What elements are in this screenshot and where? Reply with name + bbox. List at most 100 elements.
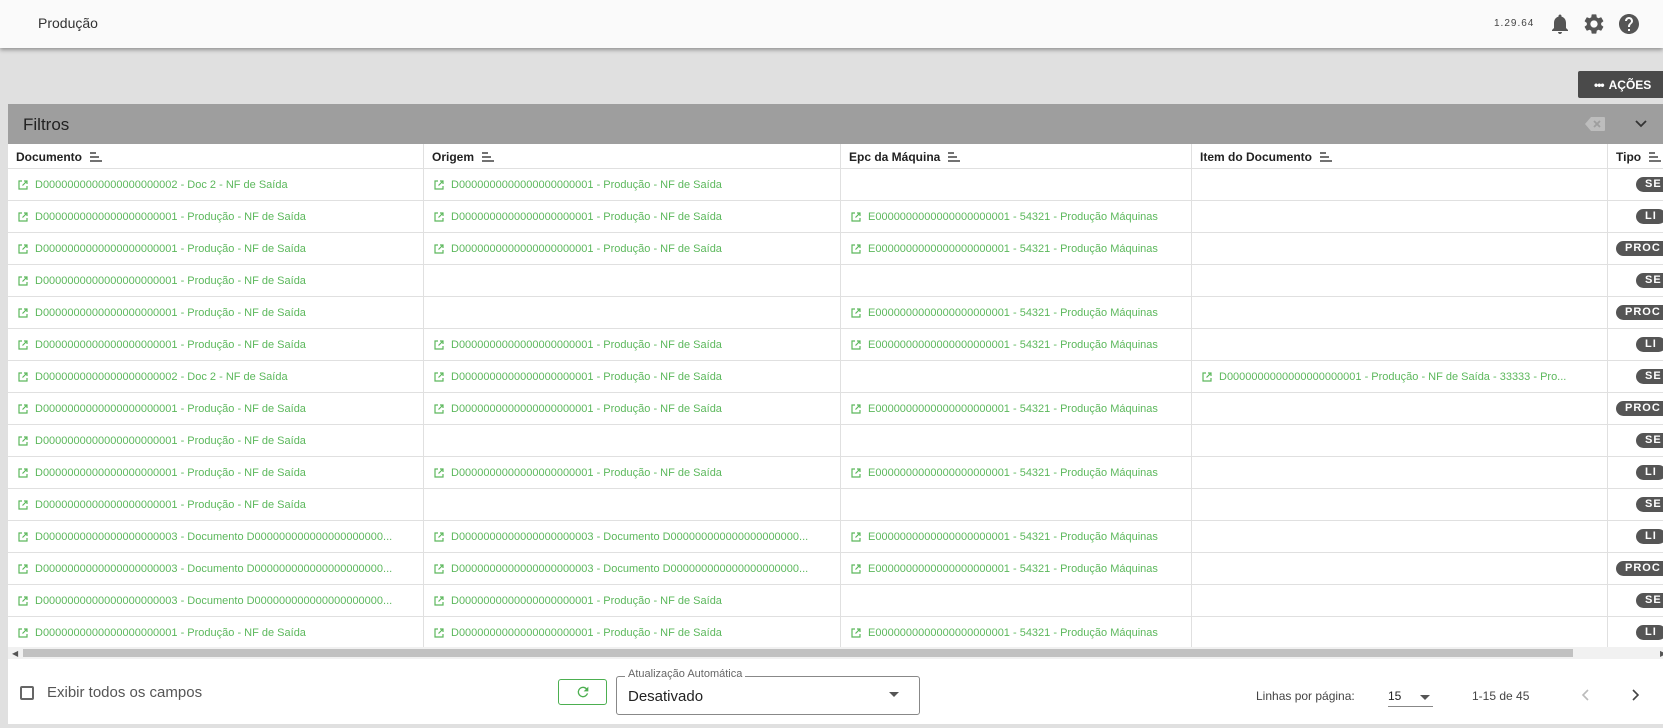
table-row[interactable]: D0000000000000000000001 - Produção - NF …: [8, 393, 1663, 425]
document-link[interactable]: D0000000000000000000001 - Produção - NF …: [8, 201, 423, 232]
document-link[interactable]: D0000000000000000000001 - Produção - NF …: [424, 169, 840, 200]
table-row[interactable]: D0000000000000000000002 - Doc 2 - NF de …: [8, 169, 1663, 201]
document-link[interactable]: E0000000000000000000001 - 54321 - Produç…: [841, 617, 1191, 648]
document-link[interactable]: D0000000000000000000001 - Produção - NF …: [424, 617, 840, 648]
open-in-new-icon: [18, 275, 28, 286]
cell-origem: D0000000000000000000001 - Produção - NF …: [424, 233, 841, 264]
table-row[interactable]: D0000000000000000000001 - Produção - NF …: [8, 617, 1663, 649]
document-link[interactable]: D0000000000000000000003 - Documento D000…: [424, 553, 840, 584]
document-link[interactable]: E0000000000000000000001 - 54321 - Produç…: [841, 201, 1191, 232]
status-badge: LI: [1636, 625, 1663, 640]
open-in-new-icon: [434, 595, 444, 606]
cell-item: [1192, 553, 1608, 584]
document-link[interactable]: E0000000000000000000001 - 54321 - Produç…: [841, 521, 1191, 552]
table-row[interactable]: D0000000000000000000001 - Produção - NF …: [8, 489, 1663, 521]
document-link[interactable]: D0000000000000000000001 - Produção - NF …: [424, 201, 840, 232]
table-row[interactable]: D0000000000000000000001 - Produção - NF …: [8, 297, 1663, 329]
scroll-left-icon[interactable]: ◀: [12, 649, 18, 658]
table-row[interactable]: D0000000000000000000001 - Produção - NF …: [8, 265, 1663, 297]
document-link[interactable]: D0000000000000000000001 - Produção - NF …: [8, 393, 423, 424]
filters-header[interactable]: Filtros: [8, 104, 1663, 144]
table-row[interactable]: D0000000000000000000001 - Produção - NF …: [8, 233, 1663, 265]
document-link[interactable]: D0000000000000000000001 - Produção - NF …: [424, 233, 840, 264]
horizontal-scrollbar[interactable]: ◀ ▶: [8, 647, 1663, 659]
document-link[interactable]: D0000000000000000000001 - Produção - NF …: [424, 329, 840, 360]
document-link[interactable]: E0000000000000000000001 - 54321 - Produç…: [841, 297, 1191, 328]
document-link[interactable]: D0000000000000000000001 - Produção - NF …: [8, 297, 423, 328]
document-link[interactable]: D0000000000000000000001 - Produção - NF …: [8, 329, 423, 360]
cell-epc: E0000000000000000000001 - 54321 - Produç…: [841, 617, 1192, 648]
document-link[interactable]: E0000000000000000000001 - 54321 - Produç…: [841, 457, 1191, 488]
open-in-new-icon: [434, 627, 444, 638]
cell-epc: [841, 169, 1192, 200]
gear-icon[interactable]: [1582, 12, 1606, 36]
table-row[interactable]: D0000000000000000000001 - Produção - NF …: [8, 329, 1663, 361]
clear-filter-icon[interactable]: [1585, 117, 1605, 136]
column-header-documento[interactable]: Documento: [8, 144, 424, 168]
table-row[interactable]: D0000000000000000000002 - Doc 2 - NF de …: [8, 361, 1663, 393]
cell-documento: D0000000000000000000001 - Produção - NF …: [8, 489, 424, 520]
document-link[interactable]: E0000000000000000000001 - 54321 - Produç…: [841, 393, 1191, 424]
sort-icon[interactable]: [1649, 151, 1662, 165]
open-in-new-icon: [18, 179, 28, 190]
column-header-item[interactable]: Item do Documento: [1192, 144, 1608, 168]
document-link[interactable]: D0000000000000000000003 - Documento D000…: [8, 553, 423, 584]
table-row[interactable]: D0000000000000000000001 - Produção - NF …: [8, 201, 1663, 233]
document-link[interactable]: E0000000000000000000001 - 54321 - Produç…: [841, 553, 1191, 584]
document-link[interactable]: D0000000000000000000001 - Produção - NF …: [424, 585, 840, 616]
open-in-new-icon: [434, 403, 444, 414]
document-link[interactable]: D0000000000000000000001 - Produção - NF …: [8, 489, 423, 520]
chevron-down-icon[interactable]: [1633, 116, 1649, 137]
rows-per-page-select[interactable]: 15: [1388, 685, 1433, 707]
show-all-fields-label: Exibir todos os campos: [47, 684, 203, 701]
column-header-origem[interactable]: Origem: [424, 144, 841, 168]
document-link[interactable]: D0000000000000000000001 - Produção - NF …: [424, 393, 840, 424]
cell-documento: D0000000000000000000001 - Produção - NF …: [8, 297, 424, 328]
table-row[interactable]: D0000000000000000000003 - Documento D000…: [8, 521, 1663, 553]
rows-per-page-value: 15: [1388, 689, 1402, 703]
scrollbar-thumb[interactable]: [23, 649, 1573, 657]
bell-icon[interactable]: [1548, 12, 1572, 36]
refresh-button[interactable]: [558, 679, 607, 705]
cell-item: [1192, 169, 1608, 200]
app-title: Produção: [38, 15, 98, 31]
sort-icon[interactable]: [90, 151, 102, 165]
document-link[interactable]: D0000000000000000000001 - Produção - NF …: [8, 617, 423, 648]
document-link[interactable]: D0000000000000000000001 - Produção - NF …: [8, 265, 423, 296]
cell-documento: D0000000000000000000003 - Documento D000…: [8, 553, 424, 584]
table-row[interactable]: D0000000000000000000001 - Produção - NF …: [8, 425, 1663, 457]
document-link[interactable]: D0000000000000000000003 - Documento D000…: [8, 585, 423, 616]
table-row[interactable]: D0000000000000000000003 - Documento D000…: [8, 553, 1663, 585]
document-link[interactable]: E0000000000000000000001 - 54321 - Produç…: [841, 233, 1191, 264]
open-in-new-icon: [18, 211, 28, 222]
open-in-new-icon: [18, 467, 28, 478]
document-link[interactable]: D0000000000000000000001 - Produção - NF …: [424, 361, 840, 392]
column-header-epc[interactable]: Epc da Máquina: [841, 144, 1192, 168]
document-link[interactable]: D0000000000000000000001 - Produção - NF …: [8, 233, 423, 264]
sort-icon[interactable]: [1320, 151, 1333, 165]
document-link[interactable]: D0000000000000000000003 - Documento D000…: [424, 521, 840, 552]
document-link[interactable]: D0000000000000000000002 - Doc 2 - NF de …: [8, 361, 423, 392]
table-row[interactable]: D0000000000000000000001 - Produção - NF …: [8, 457, 1663, 489]
open-in-new-icon: [18, 339, 28, 350]
chevron-left-icon[interactable]: [1574, 683, 1598, 707]
actions-button[interactable]: ••• AÇÕES: [1578, 71, 1663, 98]
cell-epc: E0000000000000000000001 - 54321 - Produç…: [841, 233, 1192, 264]
table-row[interactable]: D0000000000000000000003 - Documento D000…: [8, 585, 1663, 617]
document-link[interactable]: D0000000000000000000001 - Produção - NF …: [1192, 361, 1607, 392]
show-all-fields-checkbox[interactable]: [20, 686, 34, 700]
sort-icon[interactable]: [948, 151, 961, 165]
document-link[interactable]: D0000000000000000000002 - Doc 2 - NF de …: [8, 169, 423, 200]
auto-update-select[interactable]: Atualização Automática Desativado: [616, 668, 920, 715]
chevron-right-icon[interactable]: [1623, 683, 1647, 707]
document-link[interactable]: E0000000000000000000001 - 54321 - Produç…: [841, 329, 1191, 360]
document-link[interactable]: D0000000000000000000003 - Documento D000…: [8, 521, 423, 552]
document-link[interactable]: D0000000000000000000001 - Produção - NF …: [424, 457, 840, 488]
cell-origem: D0000000000000000000001 - Produção - NF …: [424, 169, 841, 200]
sort-icon[interactable]: [482, 151, 495, 165]
column-header-tipo[interactable]: Tipo: [1608, 144, 1663, 168]
document-link[interactable]: D0000000000000000000001 - Produção - NF …: [8, 457, 423, 488]
help-icon[interactable]: [1617, 12, 1641, 36]
document-link[interactable]: D0000000000000000000001 - Produção - NF …: [8, 425, 423, 456]
dropdown-arrow-icon: [1420, 695, 1430, 700]
